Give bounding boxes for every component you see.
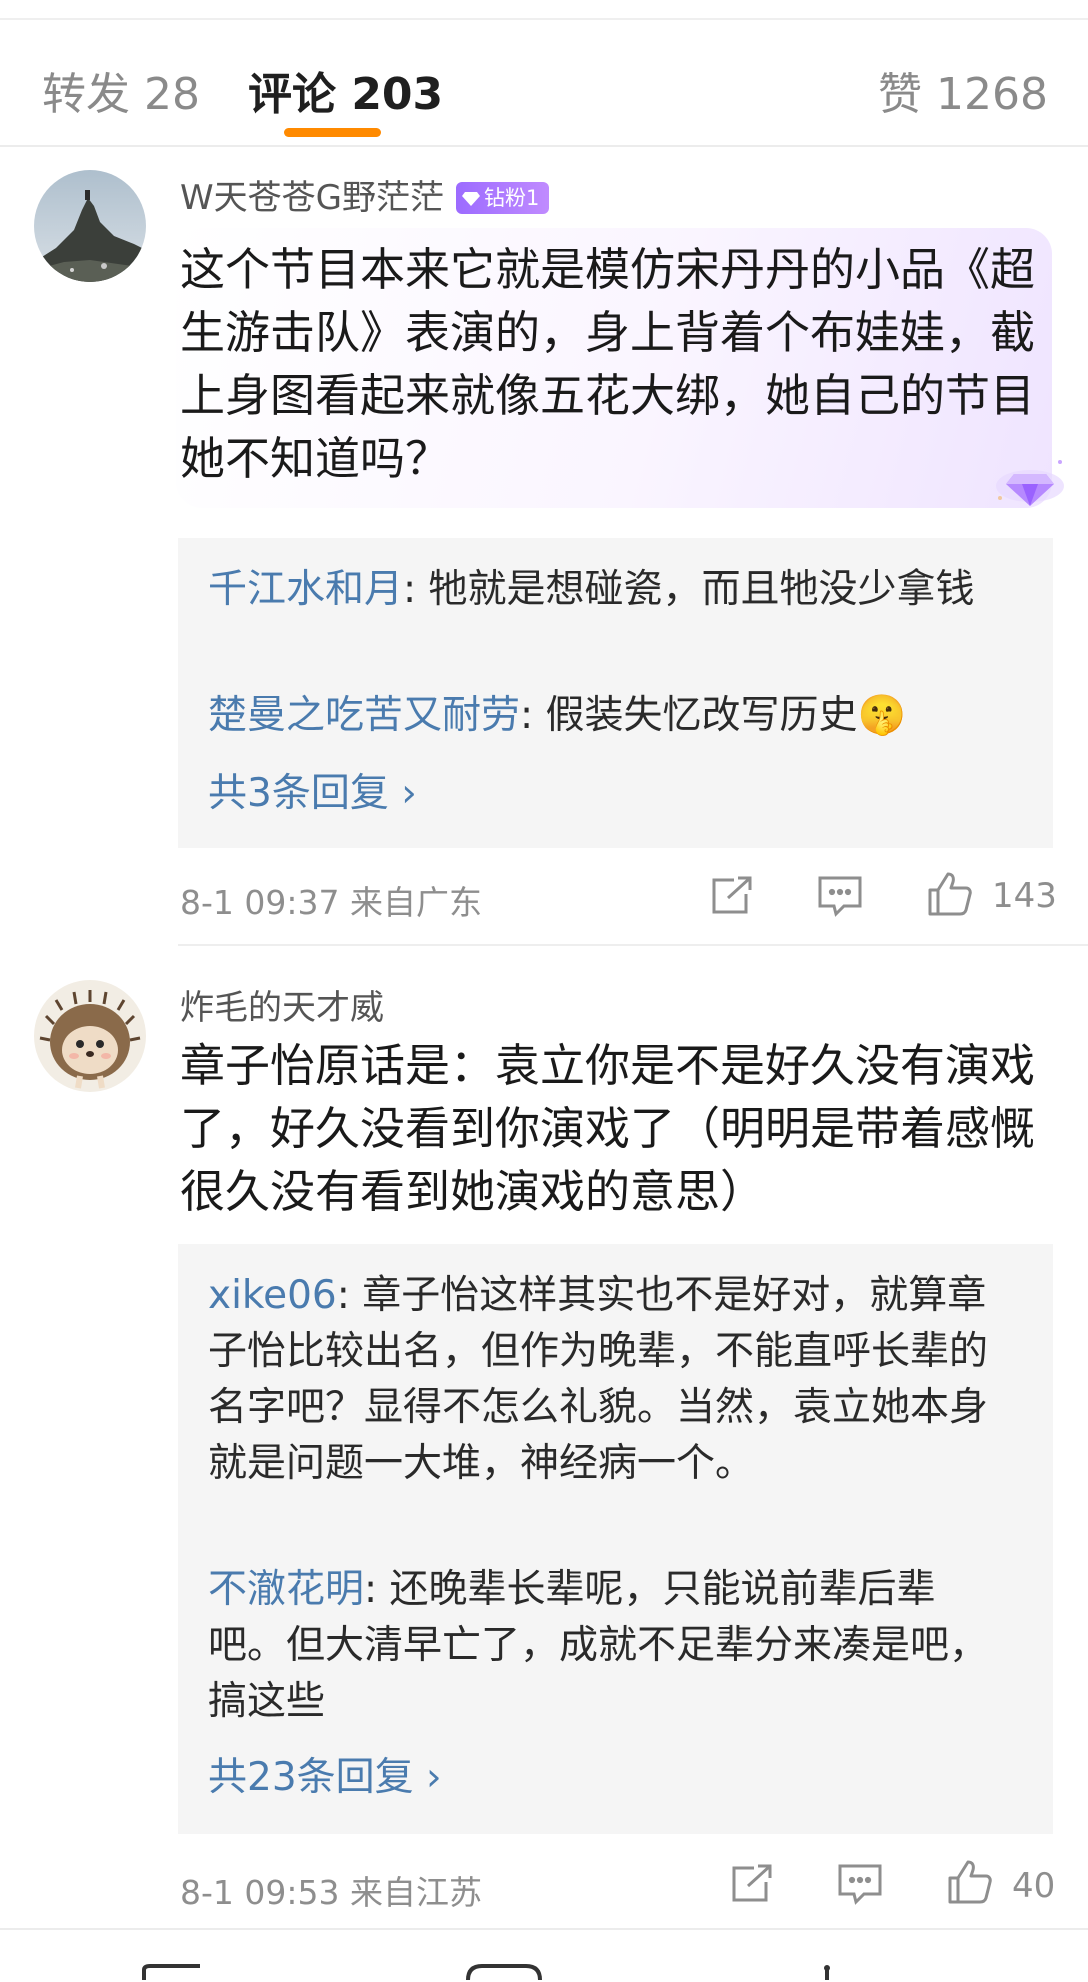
username[interactable]: 炸毛的天才威 [180, 980, 384, 1029]
bottom-toolbar-icon[interactable] [140, 1964, 210, 1982]
fan-badge[interactable]: 钻粉1 [455, 182, 550, 214]
fan-badge-label: 钻粉1 [483, 186, 540, 210]
view-all-replies-link[interactable]: 共3条回复 › [208, 762, 417, 818]
comment-text: 这个节目本来它就是模仿宋丹丹的小品《超生游击队》表演的，身上背着个布娃娃，截上身… [180, 243, 1036, 485]
comment-divider [178, 944, 1088, 946]
reply-item: 千江水和月: 牠就是想碰瓷，而且牠没少拿钱 [208, 562, 1008, 618]
reply-username[interactable]: 不澈花明 [208, 1567, 364, 1612]
reply-preview-box[interactable]: xike06: 章子怡这样其实也不是好对，就算章子怡比较出名，但作为晚辈，不能直… [178, 1244, 1053, 1834]
bottom-toolbar-divider [0, 1928, 1088, 1930]
like-count: 143 [992, 876, 1057, 916]
comment-time: 8-1 09:53 [180, 1873, 340, 1912]
tabs-divider [0, 145, 1088, 147]
reply-preview-box[interactable]: 千江水和月: 牠就是想碰瓷，而且牠没少拿钱 楚曼之吃苦又耐劳: 假装失忆改写历史… [178, 538, 1053, 848]
comment-text: 章子怡原话是：袁立你是不是好久没有演戏了，好久没看到你演戏了（明明是带着感慨很久… [180, 1039, 1036, 1218]
comment-meta: 8-1 09:37 来自广东 [180, 876, 482, 924]
comment-icon[interactable] [816, 874, 864, 922]
reply-item: 楚曼之吃苦又耐劳: 假装失忆改写历史🤫 [208, 688, 1008, 744]
tab-repost[interactable]: 转发 28 [42, 58, 200, 122]
comment-location: 来自广东 [350, 883, 482, 922]
comment-time: 8-1 09:37 [180, 883, 340, 922]
bottom-toolbar-icon[interactable] [464, 1964, 544, 1982]
active-tab-indicator [284, 128, 381, 137]
reply-text: : 牠就是想碰瓷，而且牠没少拿钱 [403, 567, 975, 612]
share-icon[interactable] [708, 874, 756, 922]
like-count: 40 [1012, 1866, 1056, 1906]
thumb-up-icon[interactable] [946, 1858, 994, 1910]
thumb-up-icon[interactable] [926, 870, 974, 922]
view-all-replies-link[interactable]: 共23条回复 › [208, 1746, 442, 1802]
username[interactable]: W天苍苍G野茫茫 钻粉1 [180, 170, 550, 219]
comment-location: 来自江苏 [350, 1873, 482, 1912]
username-text[interactable]: W天苍苍G野茫茫 [180, 178, 444, 218]
bottom-toolbar-icon[interactable] [812, 1964, 842, 1982]
comment-icon[interactable] [836, 1862, 884, 1910]
tab-likes[interactable]: 赞 1268 [878, 58, 1048, 122]
diamond-icon [461, 192, 480, 206]
reply-text: : 假装失忆改写历史🤫 [520, 693, 907, 738]
tab-comments[interactable]: 评论 203 [248, 58, 443, 122]
reply-item: 不澈花明: 还晚辈长辈呢，只能说前辈后辈吧。但大清早亡了，成就不足辈分来凑是吧，… [208, 1562, 1008, 1730]
reply-username[interactable]: 楚曼之吃苦又耐劳 [208, 693, 520, 738]
share-icon[interactable] [728, 1862, 776, 1910]
comment-meta: 8-1 09:53 来自江苏 [180, 1866, 482, 1914]
reply-username[interactable]: 千江水和月 [208, 567, 403, 612]
reply-item: xike06: 章子怡这样其实也不是好对，就算章子怡比较出名，但作为晚辈，不能直… [208, 1268, 1008, 1492]
reply-username[interactable]: xike06 [208, 1273, 337, 1318]
tab-bar: 转发 28 评论 203 赞 1268 [0, 20, 1088, 146]
avatar[interactable] [34, 980, 146, 1092]
avatar[interactable] [34, 170, 146, 282]
